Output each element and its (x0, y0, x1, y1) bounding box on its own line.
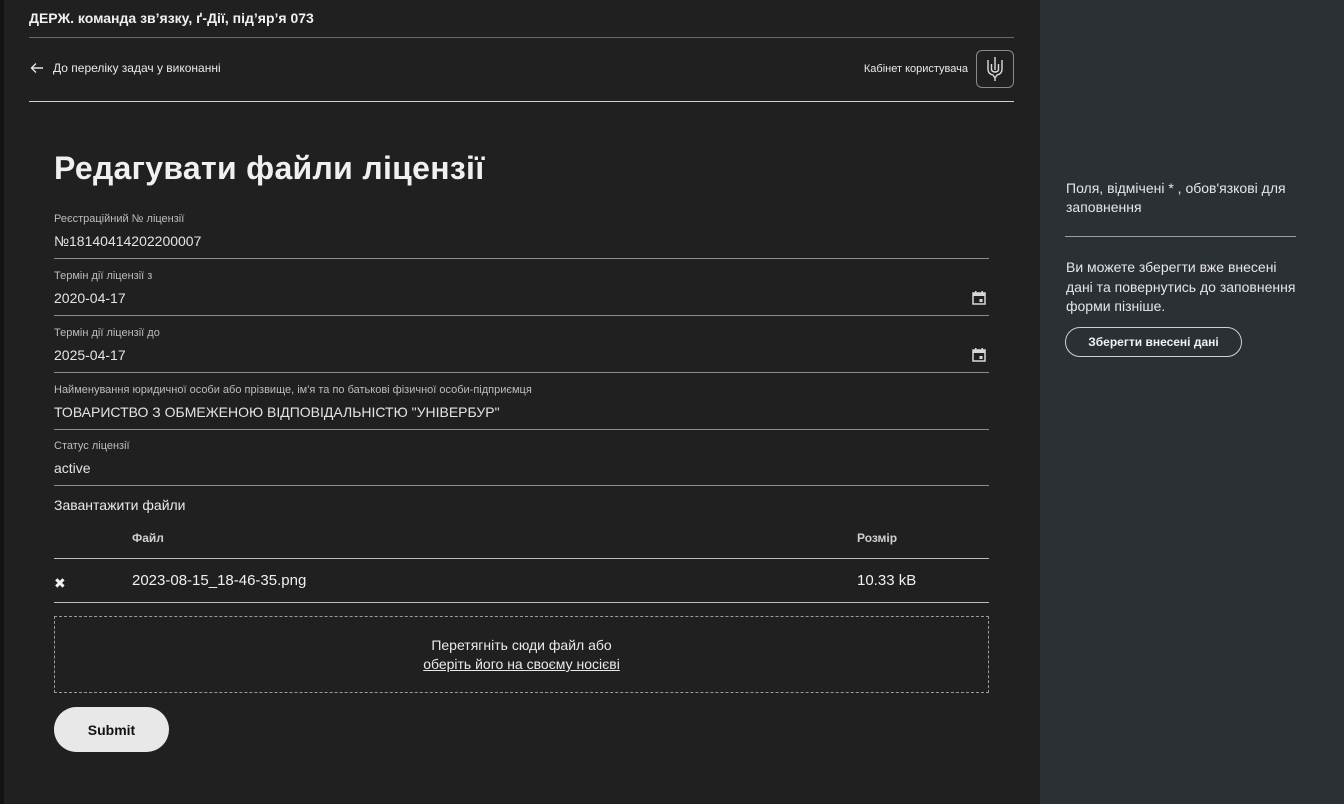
table-divider (54, 602, 989, 603)
file-name: 2023-08-15_18-46-35.png (132, 572, 307, 589)
required-fields-note: Поля, відмічені * , обов'язкові для запо… (1066, 180, 1286, 215)
license-end-date-field[interactable]: Термін дії ліцензії до 2025-04-17 (54, 327, 989, 373)
file-size: 10.33 kB (857, 572, 917, 589)
field-label: Найменування юридичної особи або прізвищ… (54, 384, 532, 396)
dropzone-text: Перетягніть сюди файл або (431, 637, 612, 653)
licensee-name-field[interactable]: Найменування юридичної особи або прізвищ… (54, 384, 989, 430)
divider (1065, 236, 1296, 237)
field-value: 2025-04-17 (54, 347, 126, 363)
column-header-size: Розмір (857, 531, 898, 545)
table-divider (54, 558, 989, 559)
field-value: active (54, 460, 91, 476)
sidebar: Поля, відмічені * , обов'язкові для запо… (1040, 0, 1344, 804)
remove-file-icon[interactable]: ✖ (54, 575, 66, 592)
page-title: Редагувати файли ліцензії (54, 150, 485, 186)
save-draft-button[interactable]: Зберегти внесені дані (1065, 327, 1242, 357)
browse-files-link[interactable]: оберіть його на своєму носієві (423, 656, 620, 672)
org-name: ДЕРЖ. команда зв’язку, ґ-Дії, під’яр’я 0… (29, 10, 314, 26)
license-status-field[interactable]: Статус ліцензії active (54, 440, 989, 486)
upload-section-title: Завантажити файли (54, 497, 186, 513)
file-dropzone[interactable]: Перетягніть сюди файл або оберіть його н… (54, 616, 989, 693)
arrow-left-icon (30, 63, 43, 73)
calendar-icon[interactable] (971, 347, 987, 363)
user-cabinet[interactable]: Кабінет користувача (864, 50, 1014, 88)
column-header-file: Файл (132, 531, 164, 545)
back-link[interactable]: До переліку задач у виконанні (29, 60, 221, 76)
main-panel: ДЕРЖ. команда зв’язку, ґ-Дії, під’яр’я 0… (4, 0, 1040, 804)
divider (29, 37, 1014, 38)
submit-button[interactable]: Submit (54, 707, 169, 752)
calendar-icon[interactable] (971, 290, 987, 306)
save-draft-note: Ви можете зберегти вже внесені дані та п… (1066, 259, 1296, 314)
user-cabinet-label: Кабінет користувача (863, 63, 968, 75)
field-value: 2020-04-17 (54, 290, 126, 306)
field-label: Термін дії ліцензії до (54, 327, 160, 339)
field-label: Термін дії ліцензії з (54, 270, 153, 282)
trident-emblem-icon[interactable] (976, 50, 1014, 88)
field-value: №18140414202200007 (54, 233, 202, 249)
license-number-field[interactable]: Реєстраційний № ліцензії №18140414202200… (54, 213, 989, 259)
license-start-date-field[interactable]: Термін дії ліцензії з 2020-04-17 (54, 270, 989, 316)
field-label: Статус ліцензії (54, 440, 130, 452)
divider (29, 101, 1014, 102)
field-label: Реєстраційний № ліцензії (54, 213, 185, 225)
field-value: ТОВАРИСТВО З ОБМЕЖЕНОЮ ВІДПОВІДАЛЬНІСТЮ … (54, 404, 500, 420)
back-link-label: До переліку задач у виконанні (53, 61, 221, 75)
